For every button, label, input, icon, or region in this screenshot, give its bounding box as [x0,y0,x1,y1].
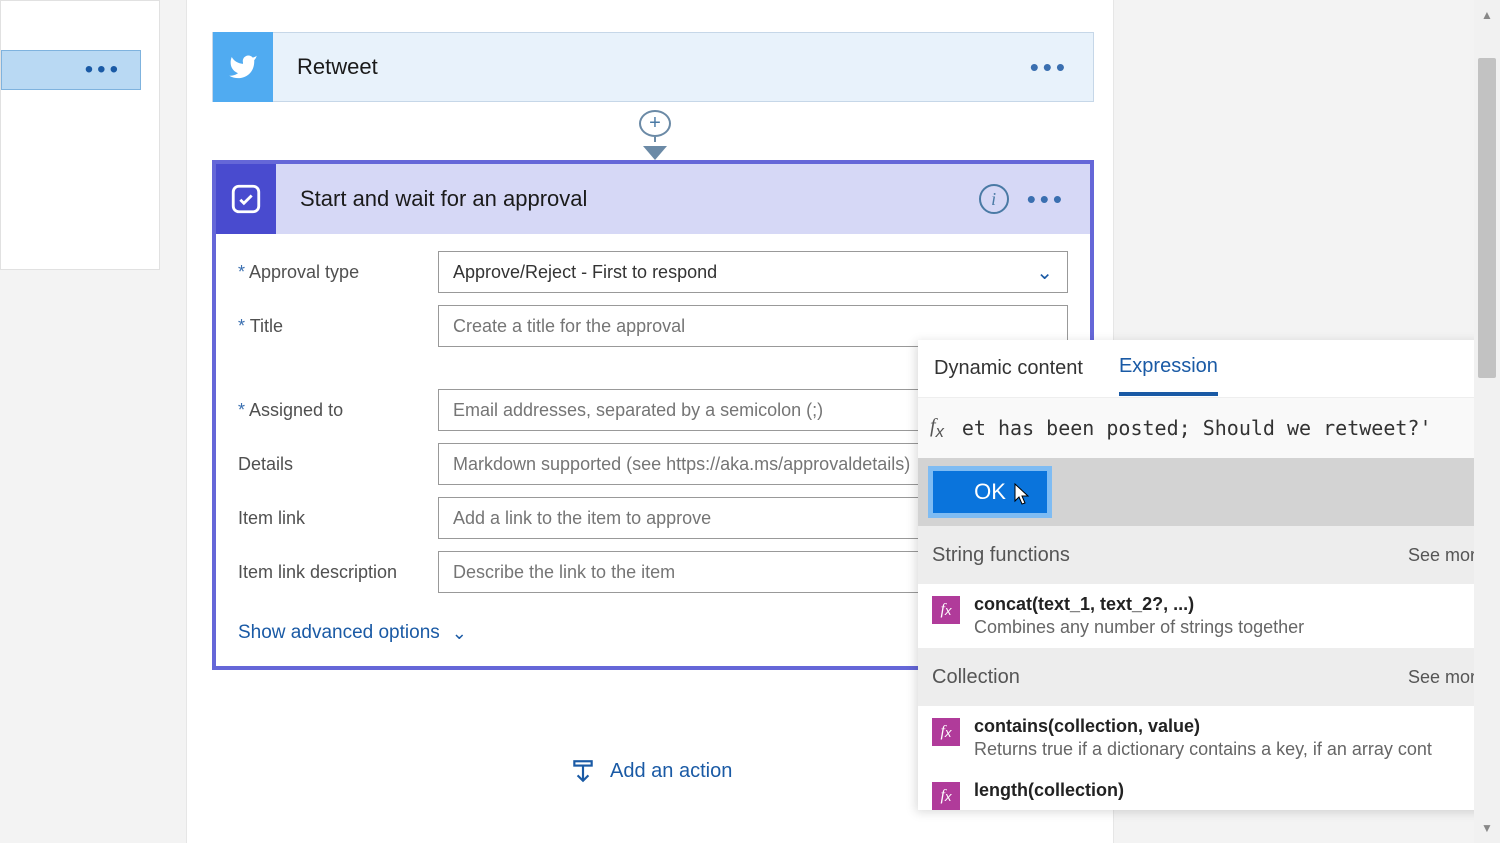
add-step-button[interactable]: + [639,110,671,137]
field-label: Details [238,454,438,475]
action-header[interactable]: Start and wait for an approval i ••• [216,164,1090,234]
add-action-button[interactable]: Add an action [570,758,732,784]
function-concat[interactable]: fx concat(text_1, text_2?, ...) Combines… [918,584,1500,648]
function-description: Returns true if a dictionary contains a … [974,739,1432,760]
cursor-icon [1009,481,1033,509]
add-action-icon [570,758,596,784]
link-label: Show advanced options [238,622,440,644]
expression-input-row[interactable]: fx et has been posted; Should we retweet… [918,398,1500,458]
field-label: Item link description [238,562,438,583]
field-approval-type: Approval type Approve/Reject - First to … [238,250,1068,294]
info-icon[interactable]: i [979,184,1009,214]
ok-button[interactable]: OK [928,466,1052,518]
section-title: Collection [932,666,1020,689]
show-advanced-options-link[interactable]: Show advanced options ⌄ [238,622,467,644]
approval-icon [216,164,276,234]
scroll-thumb[interactable] [1478,58,1496,378]
tab-expression[interactable]: Expression [1119,341,1218,396]
scroll-down-icon[interactable]: ▼ [1478,817,1496,839]
fx-icon: fx [930,415,944,442]
function-contains[interactable]: fx contains(collection, value) Returns t… [918,706,1500,770]
section-string-functions: String functions See more [918,526,1500,584]
function-signature: concat(text_1, text_2?, ...) [974,594,1304,615]
flow-connector: + [640,102,670,160]
fx-badge-icon: fx [932,596,960,624]
section-collection: Collection See more [918,648,1500,706]
field-label: Item link [238,508,438,529]
function-signature: contains(collection, value) [974,716,1432,737]
approval-type-select[interactable]: Approve/Reject - First to respond ⌄ [438,251,1068,293]
field-label: Title [238,316,438,337]
section-title: String functions [932,544,1070,567]
function-length[interactable]: fx length(collection) [918,770,1500,810]
tab-dynamic-content[interactable]: Dynamic content [934,343,1083,394]
function-description: Combines any number of strings together [974,617,1304,638]
fx-badge-icon: fx [932,782,960,810]
scroll-up-icon[interactable]: ▲ [1478,4,1496,26]
fx-badge-icon: fx [932,718,960,746]
field-label: Approval type [238,262,438,283]
action-title: Retweet [273,54,1030,80]
chevron-down-icon: ⌄ [452,623,467,644]
button-label: OK [974,479,1006,505]
sidebar-panel: ••• [0,0,160,270]
action-card-retweet[interactable]: Retweet ••• [212,32,1094,102]
link-label: Add an action [610,760,732,783]
more-icon[interactable]: ••• [1030,52,1093,83]
action-title: Start and wait for an approval [276,186,979,212]
expression-popover: Dynamic content Expression fx et has bee… [918,340,1500,810]
select-value: Approve/Reject - First to respond [453,262,717,283]
more-icon: ••• [85,56,122,84]
arrow-down-icon [643,146,667,160]
vertical-scrollbar[interactable]: ▲ ▼ [1474,0,1500,843]
chevron-down-icon: ⌄ [1036,260,1053,285]
function-signature: length(collection) [974,780,1124,801]
field-label: Assigned to [238,400,438,421]
expression-input[interactable]: et has been posted; Should we retweet?' [962,416,1432,440]
more-icon[interactable]: ••• [1027,184,1090,215]
sidebar-collapsed-card[interactable]: ••• [1,50,141,90]
twitter-icon [213,32,273,102]
